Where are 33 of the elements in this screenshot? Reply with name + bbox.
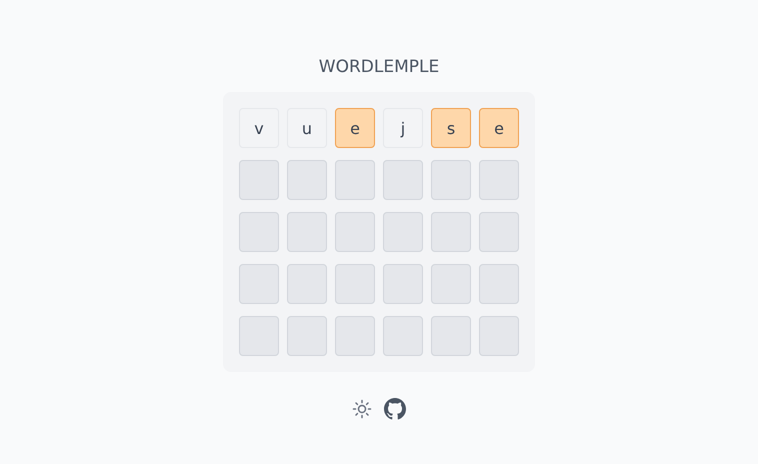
letter-tile	[239, 264, 279, 304]
letter-tile: j	[383, 108, 423, 148]
letter-tile	[479, 264, 519, 304]
letter-tile: v	[239, 108, 279, 148]
letter-tile	[335, 264, 375, 304]
letter-tile	[431, 316, 471, 356]
letter-tile	[239, 212, 279, 252]
letter-tile	[479, 212, 519, 252]
letter-tile	[383, 160, 423, 200]
letter-tile	[335, 160, 375, 200]
github-icon[interactable]	[384, 398, 406, 420]
app-title: WORDLEMPLE	[318, 56, 440, 78]
letter-tile	[431, 160, 471, 200]
letter-tile	[383, 212, 423, 252]
letter-tile	[335, 212, 375, 252]
letter-tile: e	[479, 108, 519, 148]
letter-tile: s	[431, 108, 471, 148]
letter-tile	[479, 316, 519, 356]
letter-tile	[479, 160, 519, 200]
letter-tile	[383, 264, 423, 304]
letter-tile	[287, 316, 327, 356]
letter-tile: e	[335, 108, 375, 148]
letter-tile	[239, 160, 279, 200]
letter-tile	[383, 316, 423, 356]
letter-tile	[287, 264, 327, 304]
letter-tile	[287, 160, 327, 200]
letter-tile	[431, 264, 471, 304]
letter-tile	[287, 212, 327, 252]
letter-tile	[239, 316, 279, 356]
letter-tile: u	[287, 108, 327, 148]
letter-tile	[431, 212, 471, 252]
sun-icon[interactable]	[352, 399, 372, 419]
letter-tile	[335, 316, 375, 356]
